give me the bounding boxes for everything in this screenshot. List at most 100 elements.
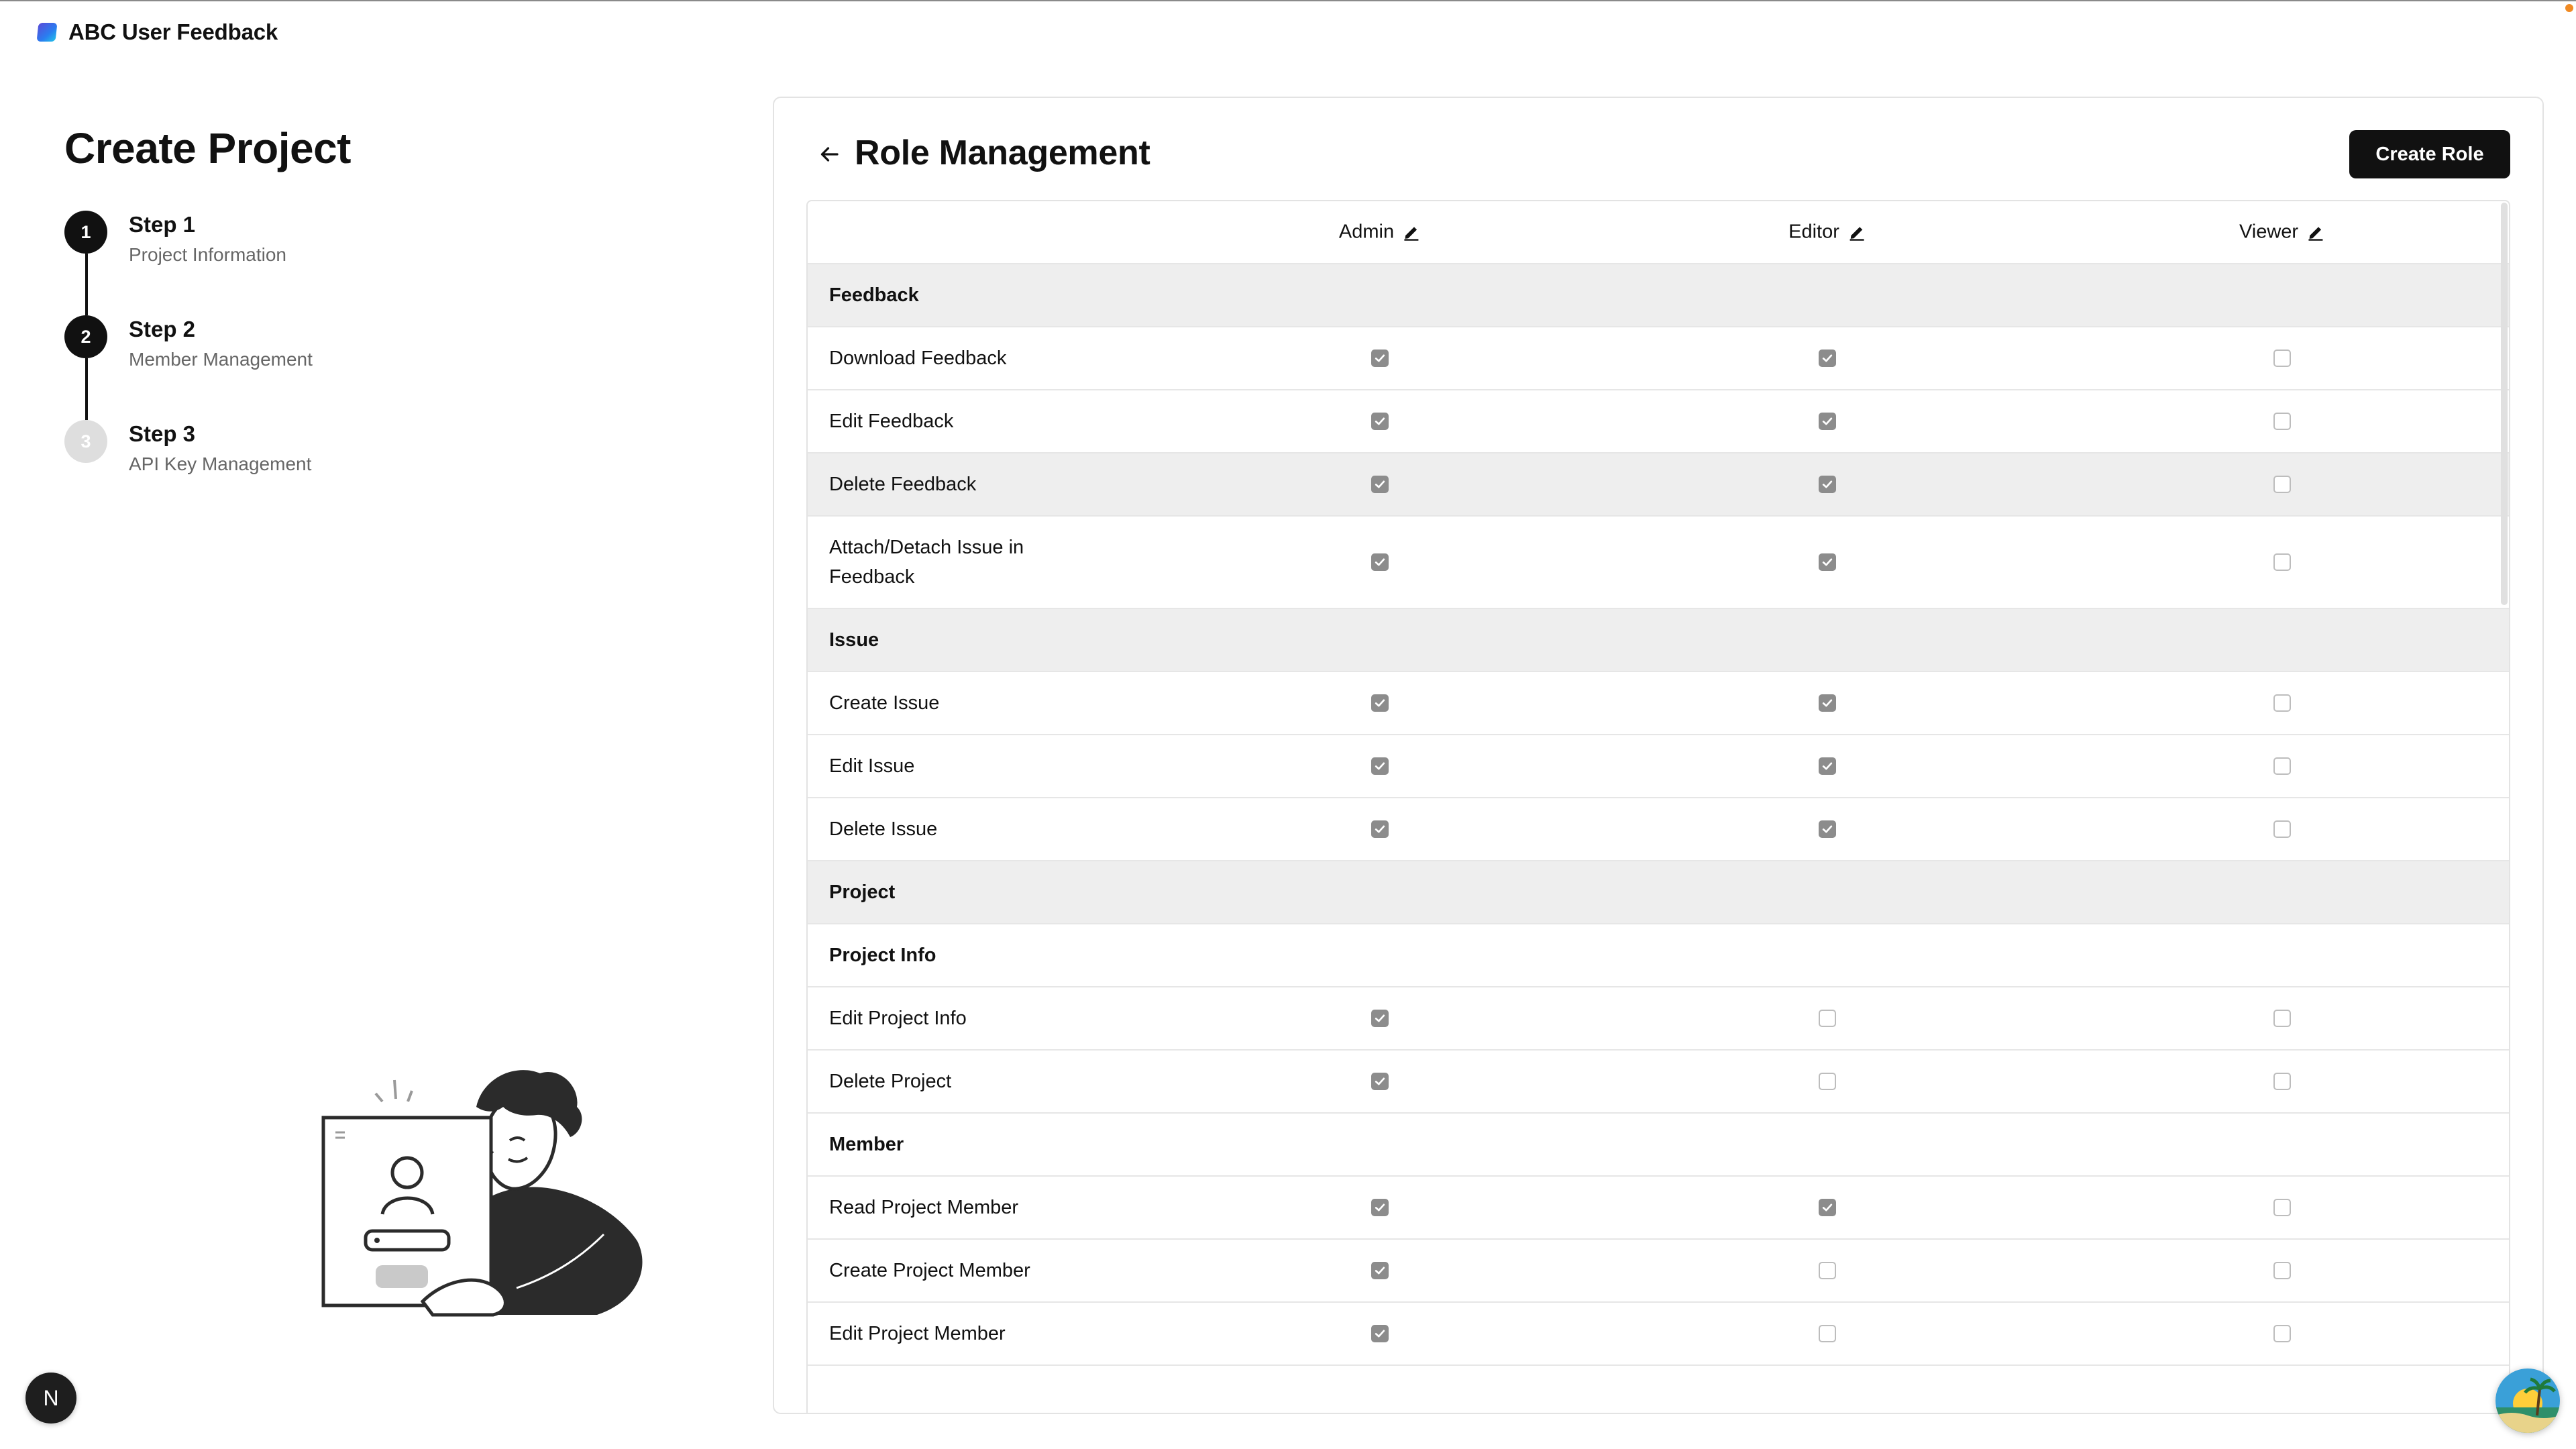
role-name: Viewer [2239, 221, 2299, 243]
permission-checkbox[interactable] [1371, 1010, 1389, 1027]
permission-cell-admin [1371, 1199, 1389, 1216]
permission-checkbox[interactable] [1819, 1325, 1836, 1342]
panel-header: Role Management Create Role [774, 98, 2542, 199]
permission-checkbox[interactable] [1819, 757, 1836, 775]
checkmark-icon [1375, 825, 1385, 833]
permission-cell-admin [1371, 413, 1389, 430]
section-label: Member [829, 1134, 904, 1155]
permission-checkbox[interactable] [2273, 1325, 2291, 1342]
permission-row: Create Issue [808, 672, 2509, 735]
permission-cell-viewer [2273, 1325, 2291, 1342]
permission-checkbox[interactable] [2273, 1073, 2291, 1090]
permission-label: Attach/Detach Issue in Feedback [829, 537, 1024, 588]
permission-label: Delete Feedback [829, 474, 977, 495]
permission-row: Delete Feedback [808, 453, 2509, 517]
permission-cell-admin [1371, 476, 1389, 493]
permission-row: Delete Issue [808, 798, 2509, 861]
permission-checkbox[interactable] [1371, 1073, 1389, 1090]
edit-pencil-icon[interactable] [2306, 223, 2325, 241]
step-number-badge: 1 [64, 211, 107, 254]
permission-checkbox[interactable] [2273, 553, 2291, 571]
permission-checkbox[interactable] [2273, 757, 2291, 775]
checkmark-icon [1375, 1077, 1385, 1085]
permission-checkbox[interactable] [2273, 1199, 2291, 1216]
permission-checkbox[interactable] [1371, 1199, 1389, 1216]
create-role-button[interactable]: Create Role [2349, 130, 2510, 178]
checkmark-icon [1822, 825, 1833, 833]
permission-row: Edit Feedback [808, 390, 2509, 453]
permission-checkbox[interactable] [1819, 413, 1836, 430]
permission-checkbox[interactable] [2273, 1010, 2291, 1027]
permission-checkbox[interactable] [1819, 1010, 1836, 1027]
checkmark-icon [1822, 762, 1833, 770]
checkmark-icon [1822, 480, 1833, 488]
permission-checkbox[interactable] [1371, 1262, 1389, 1279]
permission-cell-admin [1371, 1073, 1389, 1090]
table-header-row: Admin Editor Viewer [808, 201, 2509, 264]
checkmark-icon [1375, 1267, 1385, 1275]
permission-checkbox[interactable] [1371, 757, 1389, 775]
permission-checkbox[interactable] [1371, 553, 1389, 571]
permission-cell-editor [1819, 1199, 1836, 1216]
section-label: Issue [829, 629, 879, 651]
permission-checkbox[interactable] [1819, 820, 1836, 838]
permission-cell-editor [1819, 1262, 1836, 1279]
permission-checkbox[interactable] [1819, 553, 1836, 571]
permission-cell-editor [1819, 1073, 1836, 1090]
permission-checkbox[interactable] [1371, 350, 1389, 367]
permission-cell-editor [1819, 553, 1836, 571]
step-number-badge: 3 [64, 420, 107, 463]
arrow-left-icon[interactable] [817, 142, 841, 166]
subcategory-row: Project Info [808, 924, 2509, 987]
permission-checkbox[interactable] [2273, 1262, 2291, 1279]
permission-cell-admin [1371, 553, 1389, 571]
role-column-admin: Admin [1339, 221, 1421, 244]
permission-checkbox[interactable] [1819, 1199, 1836, 1216]
permission-checkbox[interactable] [1819, 1262, 1836, 1279]
table-scrollbar[interactable] [2501, 203, 2508, 605]
checkmark-icon [1375, 1330, 1385, 1338]
user-avatar[interactable] [2496, 1368, 2560, 1433]
permission-cell-editor [1819, 694, 1836, 712]
permission-cell-admin [1371, 1262, 1389, 1279]
permission-checkbox[interactable] [2273, 820, 2291, 838]
permission-cell-viewer [2273, 1262, 2291, 1279]
step-3: 3 Step 3 API Key Management [64, 420, 400, 525]
app-name: ABC User Feedback [68, 19, 278, 44]
permission-checkbox[interactable] [1371, 694, 1389, 712]
permission-cell-editor [1819, 413, 1836, 430]
permission-checkbox[interactable] [2273, 350, 2291, 367]
permission-checkbox[interactable] [1819, 350, 1836, 367]
edit-pencil-icon[interactable] [1847, 223, 1866, 241]
permission-checkbox[interactable] [1371, 476, 1389, 493]
checkmark-icon [1822, 354, 1833, 362]
next-dev-indicator-button[interactable]: N [25, 1373, 76, 1424]
permission-checkbox[interactable] [2273, 694, 2291, 712]
permission-checkbox[interactable] [1371, 1325, 1389, 1342]
category-row: Project [808, 861, 2509, 924]
permission-checkbox[interactable] [2273, 413, 2291, 430]
permission-checkbox[interactable] [1371, 413, 1389, 430]
checkmark-icon [1822, 417, 1833, 425]
role-management-panel: Role Management Create Role Admin Editor… [773, 97, 2544, 1414]
permission-cell-admin [1371, 757, 1389, 775]
permission-checkbox[interactable] [1371, 820, 1389, 838]
stepper: 1 Step 1 Project Information 2 Step 2 Me… [64, 211, 400, 525]
permission-checkbox[interactable] [2273, 476, 2291, 493]
permission-label: Edit Project Member [829, 1323, 1006, 1344]
permission-cell-viewer [2273, 1073, 2291, 1090]
permission-cell-editor [1819, 476, 1836, 493]
permission-checkbox[interactable] [1819, 476, 1836, 493]
permission-cell-viewer [2273, 694, 2291, 712]
permission-checkbox[interactable] [1819, 1073, 1836, 1090]
section-label: Project Info [829, 945, 936, 966]
step-title: Step 1 [129, 212, 196, 237]
permission-cell-viewer [2273, 1010, 2291, 1027]
subcategory-row: Member [808, 1114, 2509, 1177]
permission-checkbox[interactable] [1819, 694, 1836, 712]
brand[interactable]: ABC User Feedback [36, 19, 278, 46]
permission-label: Delete Project [829, 1071, 952, 1092]
permission-row: Delete Project [808, 1051, 2509, 1114]
permission-row: Create Project Member [808, 1240, 2509, 1303]
edit-pencil-icon[interactable] [1402, 223, 1421, 241]
